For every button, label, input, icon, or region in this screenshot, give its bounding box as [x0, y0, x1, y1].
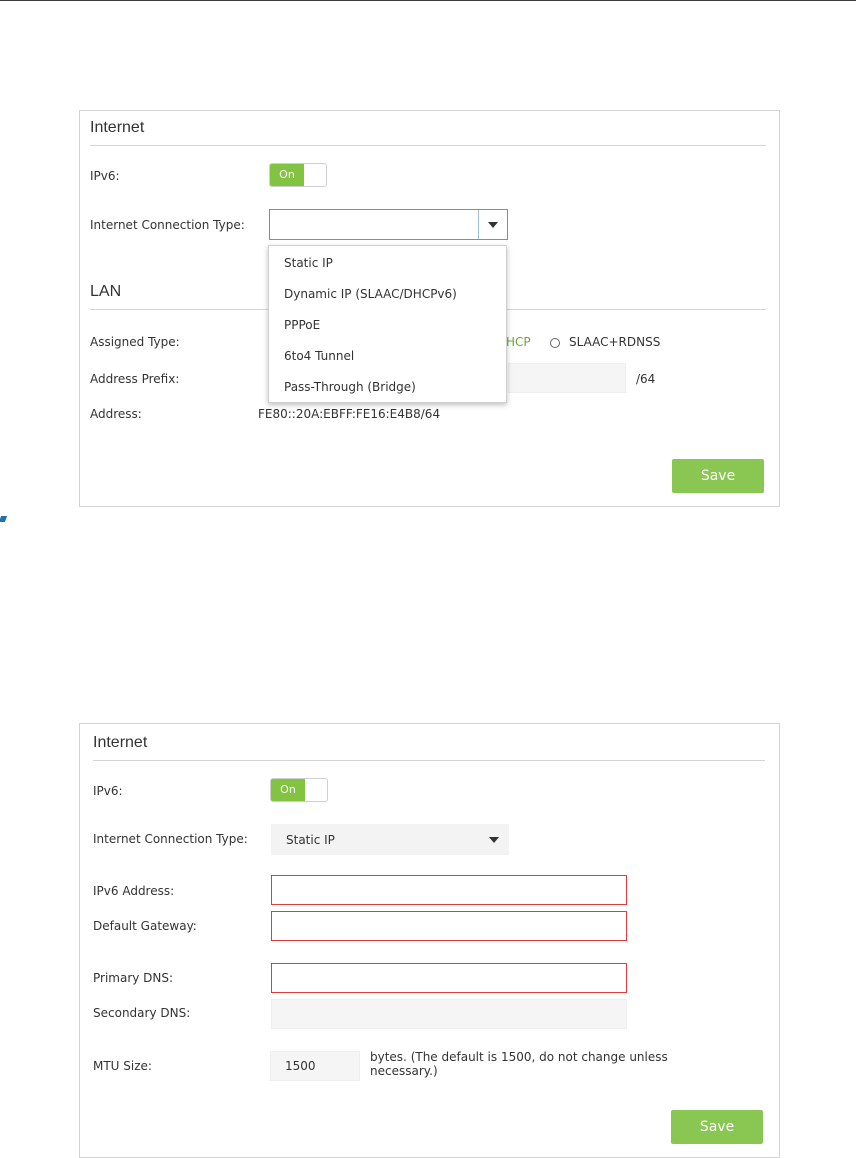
chevron-down-icon [489, 836, 499, 843]
secondary-dns-label: Secondary DNS: [93, 1006, 191, 1020]
ipv6-address-input[interactable] [271, 875, 627, 905]
mtu-size-value: 1500 [285, 1059, 316, 1073]
panel-title: Internet [93, 734, 148, 751]
internet-panel-static-ip: Internet IPv6: On Internet Connection Ty… [79, 723, 780, 1158]
internet-panel-dropdown-open: Internet IPv6: On Internet Connection Ty… [79, 110, 780, 507]
page-top-rule [0, 0, 856, 1]
connection-type-select[interactable] [269, 209, 508, 240]
panel-title: Internet [90, 119, 145, 136]
title-divider [93, 760, 765, 761]
slaac-rdnss-radio[interactable] [550, 338, 560, 348]
prefix-suffix: /64 [636, 372, 656, 386]
secondary-dns-input[interactable] [271, 999, 627, 1029]
mtu-size-label: MTU Size: [93, 1059, 152, 1073]
toggle-on-label: On [271, 779, 305, 801]
lan-title: LAN [90, 283, 122, 300]
ipv6-address-label: IPv6 Address: [93, 884, 175, 898]
connection-type-dropdown: Static IP Dynamic IP (SLAAC/DHCPv6) PPPo… [268, 245, 507, 403]
address-prefix-input[interactable] [508, 363, 626, 393]
bullet-marker [0, 516, 8, 522]
assigned-type-dhcp-partial[interactable]: HCP [506, 335, 531, 349]
default-gateway-label: Default Gateway: [93, 919, 197, 933]
dropdown-option-pass-through[interactable]: Pass-Through (Bridge) [284, 380, 416, 394]
connection-type-value: Static IP [286, 833, 335, 847]
slaac-rdnss-label[interactable]: SLAAC+RDNSS [569, 335, 660, 349]
primary-dns-label: Primary DNS: [93, 971, 174, 985]
assigned-type-label: Assigned Type: [90, 335, 180, 349]
title-divider [90, 145, 766, 146]
address-prefix-label: Address Prefix: [90, 372, 180, 386]
ipv6-label: IPv6: [90, 169, 120, 183]
dropdown-option-6to4[interactable]: 6to4 Tunnel [284, 349, 354, 363]
dropdown-option-static-ip[interactable]: Static IP [284, 256, 333, 270]
connection-type-select[interactable]: Static IP [271, 824, 509, 855]
save-button[interactable]: Save [671, 1110, 763, 1144]
chevron-down-icon [488, 221, 498, 228]
connection-type-label: Internet Connection Type: [93, 832, 248, 846]
ipv6-toggle[interactable]: On [269, 163, 327, 187]
ipv6-toggle[interactable]: On [270, 778, 328, 802]
address-value: FE80::20A:EBFF:FE16:E4B8/64 [258, 407, 441, 421]
dropdown-option-dynamic-ip[interactable]: Dynamic IP (SLAAC/DHCPv6) [284, 287, 457, 301]
mtu-size-input[interactable]: 1500 [270, 1051, 360, 1081]
address-label: Address: [90, 407, 142, 421]
connection-type-label: Internet Connection Type: [90, 218, 245, 232]
default-gateway-input[interactable] [271, 911, 627, 941]
mtu-hint: bytes. (The default is 1500, do not chan… [370, 1050, 668, 1078]
primary-dns-input[interactable] [271, 963, 627, 993]
select-arrow[interactable] [480, 825, 508, 854]
dropdown-option-pppoe[interactable]: PPPoE [284, 318, 320, 332]
save-button[interactable]: Save [672, 459, 764, 493]
select-arrow[interactable] [478, 210, 507, 239]
ipv6-label: IPv6: [93, 784, 123, 798]
toggle-on-label: On [270, 164, 304, 186]
